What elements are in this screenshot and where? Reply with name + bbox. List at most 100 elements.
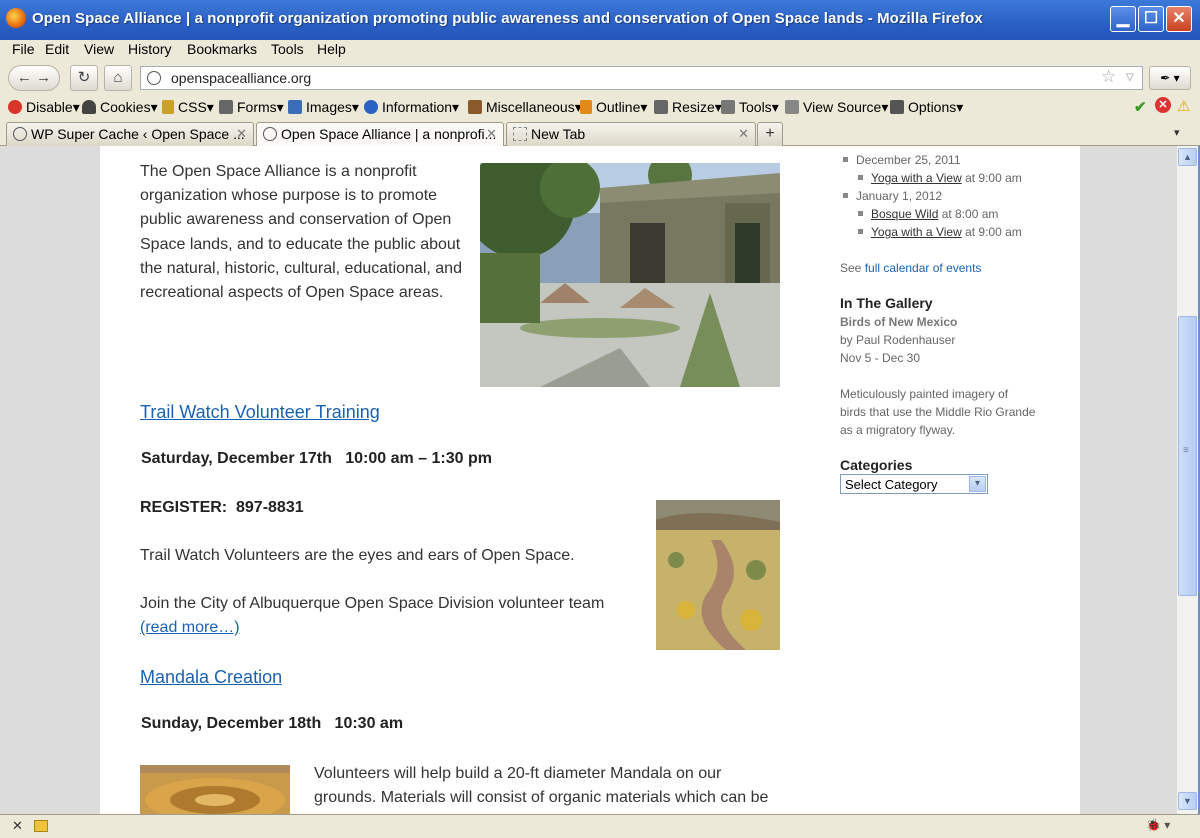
- menu-tools[interactable]: Tools: [271, 41, 304, 57]
- resize-icon: [654, 100, 668, 114]
- event-date-mandala: Sunday, December 18th 10:30 am: [141, 715, 404, 732]
- sidebar-event-yoga-2: Yoga with a View at 9:00 am: [858, 223, 1022, 241]
- register-info: REGISTER: 897-8831: [140, 499, 304, 516]
- tab-close-icon[interactable]: ✕: [486, 126, 497, 142]
- dev-options-menu[interactable]: Options▾: [890, 99, 963, 116]
- outline-pencil-icon: [580, 100, 592, 114]
- site-favicon-icon: [263, 127, 277, 141]
- css-wand-icon: [162, 100, 174, 114]
- dev-cookies-menu[interactable]: Cookies▾: [82, 99, 158, 116]
- page-content: The Open Space Alliance is a nonprofit o…: [100, 146, 1080, 814]
- gallery-dates: Nov 5 - Dec 30: [840, 351, 921, 365]
- read-more-link[interactable]: (read more…): [140, 619, 240, 636]
- forms-icon: [219, 100, 233, 114]
- new-tab-button[interactable]: +: [757, 122, 783, 146]
- home-button[interactable]: ⌂: [104, 65, 132, 91]
- categories-heading: Categories: [840, 457, 913, 473]
- bullet-icon: [843, 157, 848, 162]
- url-bar[interactable]: ☆ ▽: [140, 66, 1143, 90]
- bookmark-star-icon[interactable]: ☆: [1101, 67, 1116, 87]
- view-source-icon: [785, 100, 799, 114]
- event-date-trail-watch: Saturday, December 17th 10:00 am – 1:30 …: [141, 450, 492, 467]
- dropdown-icon: ▾: [956, 99, 964, 115]
- dropdown-icon: ▾: [881, 99, 889, 115]
- url-history-dropdown-icon[interactable]: ▽: [1126, 72, 1134, 83]
- title-bar[interactable]: Open Space Alliance | a nonprofit organi…: [0, 0, 1200, 40]
- tab-close-icon[interactable]: ✕: [738, 126, 749, 142]
- page-viewport[interactable]: The Open Space Alliance is a nonprofit o…: [0, 146, 1176, 814]
- full-calendar-link[interactable]: full calendar of events: [865, 261, 982, 275]
- tab-new-tab[interactable]: New Tab ✕: [506, 122, 756, 146]
- close-window-button[interactable]: ✕: [1166, 6, 1192, 32]
- dev-miscellaneous-menu[interactable]: Miscellaneous▾: [468, 99, 582, 116]
- tab-close-icon[interactable]: ✕: [236, 126, 247, 142]
- firebug-icon[interactable]: 🐞 ▾: [1146, 818, 1170, 832]
- event-date: December 25, 2011: [856, 153, 961, 167]
- dev-item-label: Outline: [596, 99, 641, 115]
- options-icon: [890, 100, 904, 114]
- see-label: See: [840, 261, 865, 275]
- event-time: at 9:00 am: [961, 171, 1022, 185]
- dev-tools-menu[interactable]: Tools▾: [721, 99, 779, 116]
- menu-file[interactable]: File: [12, 41, 35, 57]
- reload-button[interactable]: ↻: [70, 65, 98, 91]
- information-icon: [364, 100, 378, 114]
- dev-disable-menu[interactable]: Disable▾: [8, 99, 80, 116]
- dev-forms-menu[interactable]: Forms▾: [219, 99, 284, 116]
- addon-toolbar-button[interactable]: ✒ ▾: [1149, 66, 1191, 90]
- join-text: Join the City of Albuquerque Open Space …: [140, 595, 605, 612]
- bullet-icon: [858, 229, 863, 234]
- minimize-button[interactable]: ▁: [1110, 6, 1136, 32]
- error-icon[interactable]: ✕: [1155, 97, 1171, 113]
- dev-resize-menu[interactable]: Resize▾: [654, 99, 722, 116]
- scroll-up-button[interactable]: ▲: [1178, 148, 1197, 166]
- site-identity-icon[interactable]: [147, 71, 161, 85]
- menu-bar: File Edit View History Bookmarks Tools H…: [0, 40, 1200, 100]
- dev-outline-menu[interactable]: Outline▾: [580, 99, 647, 116]
- trail-watch-join-text: Join the City of Albuquerque Open Space …: [140, 592, 640, 640]
- dropdown-icon: ▾: [72, 99, 80, 115]
- menu-edit[interactable]: Edit: [45, 41, 69, 57]
- menu-view[interactable]: View: [84, 41, 114, 57]
- chevron-down-icon[interactable]: ▾: [969, 476, 986, 492]
- building-photo: [480, 163, 780, 387]
- menu-help[interactable]: Help: [317, 41, 346, 57]
- dev-css-menu[interactable]: CSS▾: [162, 99, 214, 116]
- mandala-description: Volunteers will help build a 20-ft diame…: [314, 765, 769, 814]
- event-time: at 8:00 am: [938, 207, 999, 221]
- dropdown-icon: ▾: [150, 99, 158, 115]
- disable-icon: [8, 100, 22, 114]
- scroll-thumb[interactable]: ≡: [1178, 316, 1197, 596]
- event-title-trail-watch[interactable]: Trail Watch Volunteer Training: [140, 402, 380, 423]
- dev-images-menu[interactable]: Images▾: [288, 99, 359, 116]
- menu-bookmarks[interactable]: Bookmarks: [187, 41, 257, 57]
- gallery-description-2: birds that use the Middle Rio Grande: [840, 405, 1036, 419]
- sidebar-date-1: December 25, 2011: [843, 151, 961, 169]
- gallery-artist: by Paul Rodenhauser: [840, 333, 956, 347]
- addon-status-icon[interactable]: [34, 820, 48, 832]
- menu-history[interactable]: History: [128, 41, 172, 57]
- category-select[interactable]: Select Category ▾: [840, 474, 988, 494]
- warning-icon[interactable]: ⚠: [1177, 97, 1190, 115]
- close-addon-bar-icon[interactable]: ✕: [12, 818, 23, 834]
- back-forward-button[interactable]: ← →: [8, 65, 60, 91]
- event-link-yoga[interactable]: Yoga with a View: [871, 225, 962, 239]
- tab-wp-super-cache[interactable]: WP Super Cache ‹ Open Space ... ✕: [6, 122, 254, 146]
- tab-open-space-alliance[interactable]: Open Space Alliance | a nonprofi... ✕: [256, 122, 504, 147]
- blank-page-icon: [513, 127, 527, 141]
- event-title-mandala[interactable]: Mandala Creation: [140, 667, 282, 688]
- list-all-tabs-icon[interactable]: ▾: [1174, 126, 1180, 139]
- event-link-yoga[interactable]: Yoga with a View: [871, 171, 962, 185]
- vertical-scrollbar[interactable]: ▲ ≡ ▼: [1176, 146, 1198, 814]
- dev-information-menu[interactable]: Information▾: [364, 99, 459, 116]
- event-link-bosque-wild[interactable]: Bosque Wild: [871, 207, 938, 221]
- dropdown-icon: ▾: [771, 99, 779, 115]
- scroll-down-button[interactable]: ▼: [1178, 792, 1197, 810]
- validation-ok-icon[interactable]: ✔: [1134, 98, 1147, 116]
- url-input[interactable]: [171, 70, 1071, 86]
- maximize-button[interactable]: ☐: [1138, 6, 1164, 32]
- grip-icon: ≡: [1183, 445, 1189, 456]
- dev-item-label: Forms: [237, 99, 277, 115]
- dev-view-source-menu[interactable]: View Source▾: [785, 99, 888, 116]
- tab-label: WP Super Cache ‹ Open Space ...: [31, 126, 245, 142]
